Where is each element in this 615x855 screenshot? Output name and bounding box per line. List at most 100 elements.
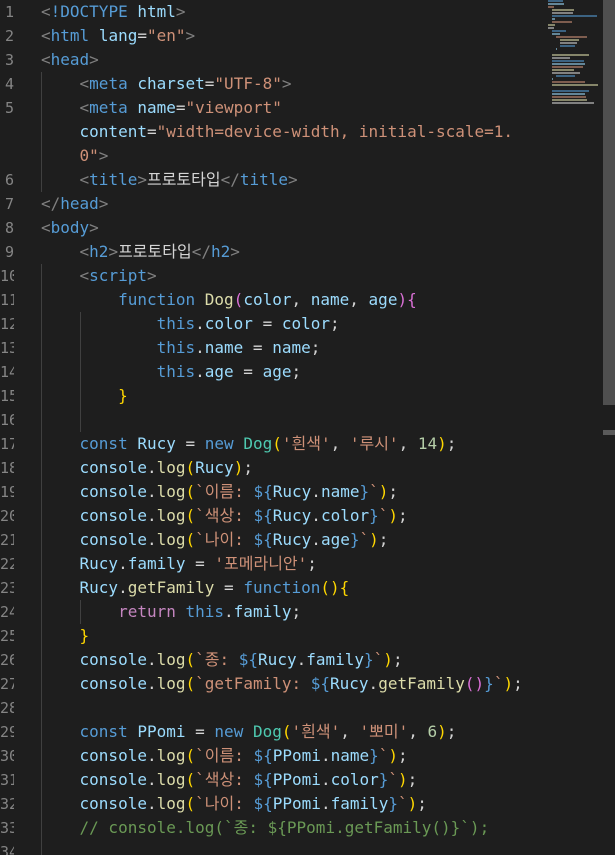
code-token-fn: log — [156, 770, 186, 789]
code-token-fn: log — [156, 794, 186, 813]
minimap-line — [552, 18, 555, 20]
code-line[interactable]: 19 console.log(`이름: ${Rucy.name}`); — [0, 480, 600, 504]
line-code: this.color = color; — [41, 312, 340, 336]
line-code: <html lang="en"> — [41, 24, 195, 48]
code-editor[interactable]: 1 <!DOCTYPE html> 2 <html lang="en"> 3 <head>… — [0, 0, 600, 855]
code-line[interactable]: 22 Rucy.family = '포메라니안'; — [0, 552, 600, 576]
minimap-line — [552, 63, 585, 65]
code-token-txt: = — [185, 722, 215, 741]
line-number-text: 8 — [4, 219, 14, 237]
code-line[interactable]: 7 </head> — [0, 192, 600, 216]
line-code: <script> — [41, 264, 157, 288]
code-token-var: Rucy — [272, 530, 312, 549]
line-code: console.log(`나이: ${Rucy.age}`); — [41, 528, 389, 552]
code-line[interactable]: 15 } — [0, 384, 600, 408]
code-token-str: '흰색' — [291, 722, 341, 741]
code-line[interactable]: 24 return this.family; — [0, 600, 600, 624]
line-number — [0, 120, 14, 144]
code-token-tag: < — [41, 2, 51, 21]
code-token-var: name — [330, 746, 370, 765]
code-line[interactable]: 10 <script> — [0, 264, 600, 288]
code-line[interactable]: 17 const Rucy = new Dog('흰색', '루시', 14); — [0, 432, 600, 456]
line-number-text: 22 — [0, 555, 14, 573]
code-line[interactable]: 27 console.log(`getFamily: ${Rucy.getFam… — [0, 672, 600, 696]
code-line[interactable]: 3 <head> — [0, 48, 600, 72]
code-line[interactable]: 14 this.age = age; — [0, 360, 600, 384]
line-code: } — [41, 384, 128, 408]
code-token-txt: ; — [307, 554, 317, 573]
code-line[interactable]: 31 console.log(`색상: ${PPomi.color}`); — [0, 768, 600, 792]
minimap-line — [552, 54, 589, 56]
code-token-tag: < — [41, 50, 51, 69]
line-code: } — [41, 624, 90, 648]
minimap[interactable] — [548, 0, 600, 110]
code-line[interactable]: 26 console.log(`종: ${Rucy.family}`); — [0, 648, 600, 672]
code-token-num: 6 — [427, 722, 438, 741]
minimap-line — [552, 96, 586, 98]
code-token-var: console — [79, 458, 147, 477]
code-line[interactable]: 2 <html lang="en"> — [0, 24, 600, 48]
code-line[interactable]: 9 <h2>프로토타입</h2> — [0, 240, 600, 264]
code-token-var: age — [368, 290, 398, 309]
code-token-str: "UTF-8" — [214, 74, 282, 93]
code-token-kw: } — [388, 794, 399, 813]
code-line[interactable]: 29 const PPomi = new Dog('흰색', '뽀미', 6); — [0, 720, 600, 744]
line-number-text: 19 — [0, 483, 14, 501]
code-line[interactable]: 34 — [0, 840, 600, 855]
code-line[interactable]: 13 this.name = name; — [0, 336, 600, 360]
scrollbar-thumb[interactable] — [603, 0, 615, 405]
minimap-line — [556, 75, 575, 77]
code-line[interactable]: 4 <meta charset="UTF-8"> — [0, 72, 600, 96]
minimap-line — [552, 66, 583, 68]
code-token-var: family — [306, 650, 365, 669]
code-token-txt: ; — [378, 530, 389, 549]
line-number-text: 27 — [0, 675, 14, 693]
code-line[interactable]: 33 // console.log(`종: ${PPomi.getFamily(… — [0, 816, 600, 840]
code-line[interactable]: 0"> — [0, 144, 600, 168]
code-token-name: head — [50, 50, 90, 69]
line-number-text: 24 — [0, 603, 14, 621]
line-code: <meta name="viewport" — [41, 96, 282, 120]
line-number-text: 5 — [4, 99, 14, 117]
code-line[interactable]: 8 <body> — [0, 216, 600, 240]
code-line[interactable]: 21 console.log(`나이: ${Rucy.age}`); — [0, 528, 600, 552]
code-line[interactable]: 6 <title>프로토타입</title> — [0, 168, 600, 192]
code-line[interactable]: 12 this.color = color; — [0, 312, 600, 336]
indent-guide — [80, 312, 81, 432]
code-token-fn: log — [156, 530, 186, 549]
code-line[interactable]: content="width=device-width, initial-sca… — [0, 120, 600, 144]
minimap-line — [552, 9, 574, 11]
minimap-line — [552, 60, 584, 62]
code-line[interactable]: 25 } — [0, 624, 600, 648]
code-token-var: age — [320, 530, 350, 549]
code-token-var: color — [204, 314, 253, 333]
minimap-line — [552, 84, 598, 86]
line-number: 32 — [0, 792, 14, 816]
code-token-var: console — [79, 794, 147, 813]
code-token-txt: . — [224, 602, 234, 621]
code-token-num: 14 — [417, 434, 438, 453]
line-code: console.log(`getFamily: ${Rucy.getFamily… — [41, 672, 523, 696]
line-code: <meta charset="UTF-8"> — [41, 72, 292, 96]
code-line[interactable]: 23 Rucy.getFamily = function(){ — [0, 576, 600, 600]
code-token-brace: ( — [185, 458, 196, 477]
code-line[interactable]: 5 <meta name="viewport" — [0, 96, 600, 120]
code-line[interactable]: 20 console.log(`색상: ${Rucy.color}`); — [0, 504, 600, 528]
code-line[interactable]: 32 console.log(`나이: ${PPomi.family}`); — [0, 792, 600, 816]
code-token-txt: . — [296, 650, 307, 669]
line-number: 33 — [0, 816, 14, 840]
code-token-brace: ) — [503, 674, 514, 693]
code-token-var: age — [204, 362, 234, 381]
code-line[interactable]: 28 — [0, 696, 600, 720]
code-line[interactable]: 11 function Dog(color, name, age){ — [0, 288, 600, 312]
code-token-txt: . — [320, 770, 331, 789]
code-line[interactable]: 1 <!DOCTYPE html> — [0, 0, 600, 24]
minimap-line — [552, 12, 573, 14]
code-token-var: Rucy — [137, 434, 176, 453]
code-line[interactable]: 30 console.log(`이름: ${PPomi.name}`); — [0, 744, 600, 768]
code-token-tag: > — [288, 170, 298, 189]
code-line[interactable]: 16 — [0, 408, 600, 432]
code-line[interactable]: 18 console.log(Rucy); — [0, 456, 600, 480]
line-code: console.log(`색상: ${PPomi.color}`); — [41, 768, 418, 792]
